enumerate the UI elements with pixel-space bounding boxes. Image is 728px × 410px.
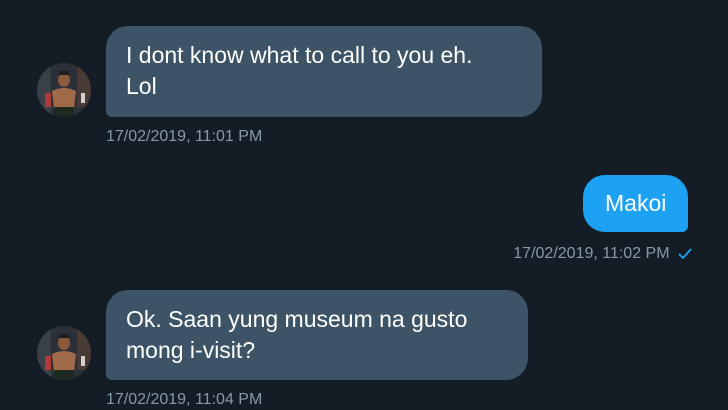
message-timestamp: 17/02/2019, 11:04 PM xyxy=(106,390,262,410)
message-timestamp: 17/02/2019, 11:02 PM xyxy=(513,244,692,264)
message-bubble[interactable]: Makoi xyxy=(583,175,689,232)
message-timestamp: 17/02/2019, 11:01 PM xyxy=(106,127,262,147)
message-bubble[interactable]: Ok. Saan yung museum na gusto mong i-vis… xyxy=(106,290,528,380)
timestamp-text: 17/02/2019, 11:01 PM xyxy=(106,128,263,145)
message-text: Ok. Saan yung museum na gusto mong i-vis… xyxy=(126,306,468,363)
sender-avatar[interactable] xyxy=(37,326,91,380)
message-text: I dont know what to call to you eh. Lol xyxy=(126,42,473,99)
message-bubble[interactable]: I dont know what to call to you eh. Lol xyxy=(106,26,542,117)
sender-avatar[interactable] xyxy=(37,63,91,117)
person-photo-icon xyxy=(37,326,91,380)
timestamp-text: 17/02/2019, 11:04 PM xyxy=(106,391,263,408)
timestamp-text: 17/02/2019, 11:02 PM xyxy=(513,245,670,262)
message-text: Makoi xyxy=(605,190,667,216)
person-photo-icon xyxy=(37,63,91,117)
read-check-icon xyxy=(678,248,692,259)
